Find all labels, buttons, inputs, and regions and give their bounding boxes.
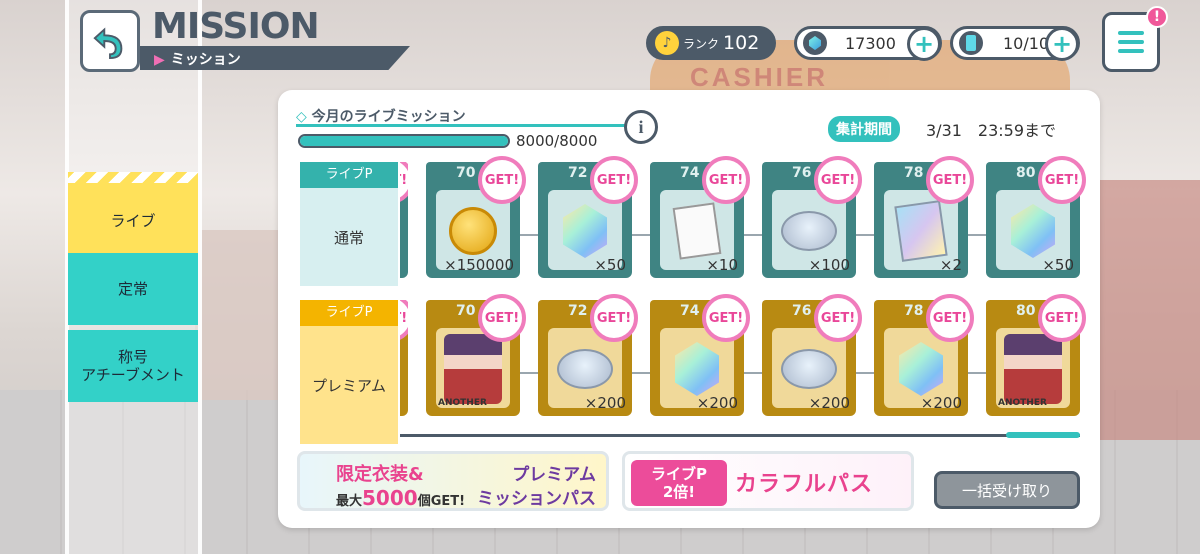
back-arrow-icon <box>93 27 123 60</box>
character-tag: ANOTHER <box>998 398 1047 408</box>
get-badge[interactable]: GET! <box>926 294 974 342</box>
reward-connector <box>968 234 986 236</box>
reward-connector <box>856 234 874 236</box>
get-badge[interactable]: GET! <box>702 294 750 342</box>
reward-connector <box>744 234 762 236</box>
premium-reward-card[interactable]: 76 ×200 GET! <box>762 294 862 416</box>
skill-icon <box>894 200 948 262</box>
get-badge[interactable]: GET! <box>814 294 862 342</box>
ticket-icon <box>557 349 613 389</box>
tab-regular[interactable]: 定常 <box>68 253 198 325</box>
reward-quantity: ×150000 <box>444 256 514 274</box>
gem-counter: 17300 + <box>794 26 942 61</box>
back-button[interactable] <box>80 10 140 72</box>
normal-reward-card[interactable]: 78 ×2 GET! <box>874 156 974 278</box>
battery-icon <box>959 31 983 55</box>
character-icon <box>1004 334 1062 404</box>
reward-quantity: ×200 <box>696 394 738 412</box>
notification-badge: ! <box>1146 6 1168 28</box>
reward-connector <box>744 372 762 374</box>
premium-reward-card[interactable]: 78 ×200 GET! <box>874 294 974 416</box>
premium-reward-card[interactable]: 80 ANOTHER GET! <box>986 294 1086 416</box>
get-badge[interactable]: GET! <box>478 294 526 342</box>
get-badge[interactable]: GET! <box>814 156 862 204</box>
scroll-thumb[interactable] <box>1006 432 1080 438</box>
gem-count: 17300 <box>845 33 896 53</box>
normal-reward-card[interactable]: 72 ×50 GET! <box>538 156 638 278</box>
reward-quantity: ×50 <box>594 256 626 274</box>
period-value: 3/31 23:59まで <box>926 121 1057 140</box>
ticket-icon <box>781 349 837 389</box>
diamond-icon: ◇ <box>296 109 307 125</box>
get-badge[interactable]: GET! <box>1038 156 1086 204</box>
add-energy-button[interactable]: + <box>1045 27 1079 61</box>
premium-reward-card[interactable]: 70 ANOTHER GET! <box>426 294 526 416</box>
reward-quantity: ×100 <box>808 256 850 274</box>
progress-value: 8000/8000 <box>516 132 598 150</box>
reward-connector <box>632 372 650 374</box>
add-gems-button[interactable]: + <box>907 27 941 61</box>
ticket-icon <box>781 211 837 251</box>
character-icon <box>444 334 502 404</box>
hamburger-icon <box>1118 31 1144 35</box>
get-badge[interactable]: GET! <box>702 156 750 204</box>
normal-reward-card[interactable]: 76 ×100 GET! <box>762 156 862 278</box>
gem-icon <box>803 31 827 55</box>
reward-connector <box>968 372 986 374</box>
premium-reward-card[interactable]: 72 ×200 GET! <box>538 294 638 416</box>
progress-fill <box>300 136 508 146</box>
reward-connector <box>520 372 538 374</box>
get-badge[interactable]: GET! <box>590 294 638 342</box>
page-subtitle: ▶ ミッション <box>140 46 410 70</box>
panel-title: ◇ 今月のライブミッション <box>296 109 466 125</box>
premium-mission-pass-banner[interactable]: 限定衣装& 最大5000個GET! プレミアム ミッションパス <box>297 451 609 511</box>
premium-reward-card[interactable]: 74 ×200 GET! <box>650 294 750 416</box>
play-icon: ▶ <box>154 52 165 68</box>
music-note-icon: ♪ <box>655 31 679 55</box>
coin-icon <box>449 207 497 255</box>
reward-quantity: ×200 <box>808 394 850 412</box>
row-label-normal: ライブP 通常 <box>300 162 398 286</box>
title-underline <box>296 124 636 127</box>
character-tag: ANOTHER <box>438 398 487 408</box>
background-shelf <box>195 230 280 400</box>
progress-bar <box>298 134 510 148</box>
score-icon <box>672 202 722 260</box>
reward-connector <box>632 234 650 236</box>
normal-reward-card[interactable]: 70 ×150000 GET! <box>426 156 526 278</box>
divider <box>198 0 202 554</box>
rank-value: 102 <box>723 32 760 54</box>
rank-label: ランク <box>683 36 720 51</box>
energy-count: 10/10 <box>1003 33 1050 53</box>
energy-counter: 10/10 + <box>950 26 1080 61</box>
get-badge[interactable]: GET! <box>1038 294 1086 342</box>
tab-title-achievement[interactable]: 称号 アチーブメント <box>68 330 198 402</box>
rank-display: ♪ ランク 102 <box>646 26 776 60</box>
get-badge[interactable]: GET! <box>590 156 638 204</box>
period-label: 集計期間 <box>828 116 900 142</box>
scroll-track[interactable] <box>400 434 1080 437</box>
reward-connector <box>520 234 538 236</box>
colorful-pass-banner[interactable]: ライブP 2倍! カラフルパス <box>622 451 914 511</box>
reward-quantity: ×50 <box>1042 256 1074 274</box>
reward-quantity: ×200 <box>584 394 626 412</box>
reward-connector <box>856 372 874 374</box>
reward-quantity: ×10 <box>706 256 738 274</box>
get-badge[interactable]: GET! <box>478 156 526 204</box>
page-title: MISSION <box>152 6 320 47</box>
collect-all-button[interactable]: 一括受け取り <box>934 471 1080 509</box>
get-badge[interactable]: GET! <box>926 156 974 204</box>
reward-quantity: ×200 <box>920 394 962 412</box>
normal-reward-card[interactable]: 80 ×50 GET! <box>986 156 1086 278</box>
reward-quantity: ×2 <box>939 256 962 274</box>
row-label-premium: ライブP プレミアム <box>300 300 398 444</box>
info-button[interactable]: i <box>624 110 658 144</box>
normal-reward-card[interactable]: 74 ×10 GET! <box>650 156 750 278</box>
tab-live[interactable]: ライブ <box>68 183 198 255</box>
